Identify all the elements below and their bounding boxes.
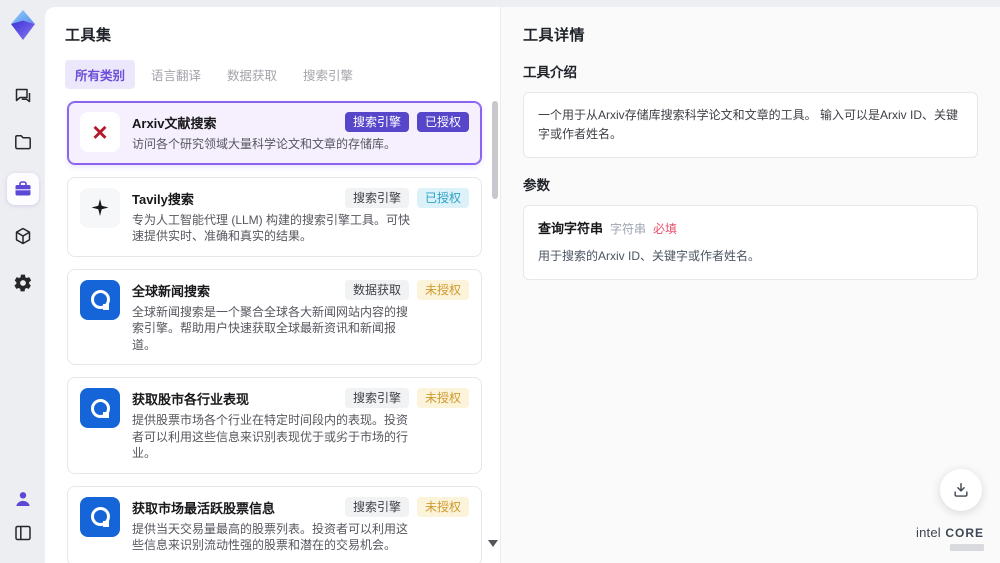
auth-status-badge: 已授权 bbox=[416, 112, 469, 132]
download-arrow-icon bbox=[957, 483, 965, 492]
download-button[interactable] bbox=[940, 469, 982, 511]
arxiv-logo-icon bbox=[80, 112, 120, 152]
param-card: 查询字符串 字符串 必填 用于搜索的Arxiv ID、关键字或作者姓名。 bbox=[523, 205, 978, 281]
tool-card-sector-performance[interactable]: 获取股市各行业表现 提供股票市场各个行业在特定时间段内的表现。投资者可以利用这些… bbox=[67, 377, 482, 474]
intro-card: 一个用于从Arxiv存储库搜索科学论文和文章的工具。 输入可以是Arxiv ID… bbox=[523, 92, 978, 159]
toolset-panel: 工具集 所有类别 语言翻译 数据获取 搜索引擎 Arxiv文献搜索 访问各个研究… bbox=[45, 7, 500, 563]
tab-data-fetching[interactable]: 数据获取 bbox=[217, 60, 287, 89]
category-badge: 搜索引擎 bbox=[344, 388, 409, 408]
sidebar bbox=[0, 0, 45, 563]
category-badge: 数据获取 bbox=[344, 279, 409, 300]
tool-description: 专为人工智能代理 (LLM) 构建的搜索引擎工具。可快速提供实时、准确和真实的结… bbox=[132, 212, 411, 244]
tool-card-tavily[interactable]: Tavily搜索 专为人工智能代理 (LLM) 构建的搜索引擎工具。可快速提供实… bbox=[67, 176, 482, 257]
panel-layout-icon[interactable] bbox=[7, 517, 39, 549]
tool-name: 获取股市各行业表现 bbox=[132, 392, 250, 407]
app-window: 工具集 所有类别 语言翻译 数据获取 搜索引擎 Arxiv文献搜索 访问各个研究… bbox=[0, 0, 1000, 563]
folder-icon[interactable] bbox=[7, 126, 39, 158]
chat-icon[interactable] bbox=[7, 79, 39, 111]
auth-status-badge: 未授权 bbox=[416, 388, 469, 408]
cube-icon[interactable] bbox=[7, 220, 39, 252]
settings-gear-icon[interactable] bbox=[7, 267, 39, 299]
tool-description: 提供股票市场各个行业在特定时间段内的表现。投资者可以利用这些信息来识别表现优于或… bbox=[132, 413, 409, 460]
intro-heading: 工具介绍 bbox=[523, 65, 577, 80]
tool-card-arxiv[interactable]: Arxiv文献搜索 访问各个研究领域大量科学论文和文章的存储库。 搜索引擎 已授… bbox=[67, 101, 482, 165]
tool-description: 提供当天交易量最高的股票列表。投资者可以利用这些信息来识别流动性强的股票和潜在的… bbox=[132, 521, 409, 553]
param-type: 字符串 bbox=[610, 222, 647, 237]
active-stocks-icon bbox=[80, 496, 120, 537]
intel-core-logo: intel CORE bbox=[916, 524, 984, 551]
tab-language-translation[interactable]: 语言翻译 bbox=[141, 60, 211, 89]
tool-detail-panel: 工具详情 工具介绍 一个用于从Arxiv存储库搜索科学论文和文章的工具。 输入可… bbox=[500, 7, 1000, 563]
auth-status-badge: 未授权 bbox=[416, 279, 469, 300]
intel-sub-badge bbox=[950, 544, 984, 551]
category-badge: 搜索引擎 bbox=[344, 496, 409, 517]
tool-card-global-news[interactable]: 全球新闻搜索 全球新闻搜索是一个聚合全球各大新闻网站内容的搜索引擎。帮助用户快速… bbox=[67, 268, 482, 365]
scroll-down-arrow-icon[interactable] bbox=[488, 540, 498, 547]
param-required-badge: 必填 bbox=[653, 222, 678, 237]
intel-wordmark: intel bbox=[916, 525, 941, 540]
user-icon[interactable] bbox=[7, 483, 39, 515]
core-wordmark: CORE bbox=[945, 526, 984, 540]
tab-search-engine[interactable]: 搜索引擎 bbox=[293, 60, 363, 89]
tool-list: Arxiv文献搜索 访问各个研究领域大量科学论文和文章的存储库。 搜索引擎 已授… bbox=[65, 99, 500, 563]
app-logo-icon bbox=[8, 9, 38, 41]
auth-status-badge: 已授权 bbox=[416, 187, 469, 208]
tool-name: Arxiv文献搜索 bbox=[132, 116, 217, 131]
param-description: 用于搜索的Arxiv ID、关键字或作者姓名。 bbox=[538, 249, 761, 264]
main-content: 工具集 所有类别 语言翻译 数据获取 搜索引擎 Arxiv文献搜索 访问各个研究… bbox=[45, 7, 1000, 563]
toolset-title: 工具集 bbox=[65, 27, 112, 44]
intro-text: 一个用于从Arxiv存储库搜索科学论文和文章的工具。 输入可以是Arxiv ID… bbox=[538, 108, 959, 142]
tool-name: Tavily搜索 bbox=[132, 191, 194, 207]
tool-name: 获取市场最活跃股票信息 bbox=[132, 500, 276, 516]
category-tabs: 所有类别 语言翻译 数据获取 搜索引擎 bbox=[65, 60, 500, 89]
globe-news-icon bbox=[80, 279, 120, 320]
sparkle-icon bbox=[80, 187, 120, 228]
tool-name: 全球新闻搜索 bbox=[132, 283, 211, 299]
tool-description: 访问各个研究领域大量科学论文和文章的存储库。 bbox=[132, 137, 397, 151]
category-badge: 搜索引擎 bbox=[344, 187, 409, 208]
tool-description: 全球新闻搜索是一个聚合全球各大新闻网站内容的搜索引擎。帮助用户快速获取全球最新资… bbox=[132, 304, 409, 352]
list-scrollbar-thumb[interactable] bbox=[492, 101, 498, 199]
auth-status-badge: 未授权 bbox=[416, 496, 469, 517]
category-badge: 搜索引擎 bbox=[344, 112, 409, 132]
tool-card-active-stocks[interactable]: 获取市场最活跃股票信息 提供当天交易量最高的股票列表。投资者可以利用这些信息来识… bbox=[67, 485, 482, 563]
params-heading: 参数 bbox=[523, 178, 550, 194]
tab-all-categories[interactable]: 所有类别 bbox=[65, 60, 136, 89]
param-name: 查询字符串 bbox=[538, 221, 604, 237]
toolbox-icon[interactable] bbox=[6, 173, 39, 205]
stock-sector-icon bbox=[80, 388, 120, 428]
detail-title: 工具详情 bbox=[523, 27, 586, 44]
